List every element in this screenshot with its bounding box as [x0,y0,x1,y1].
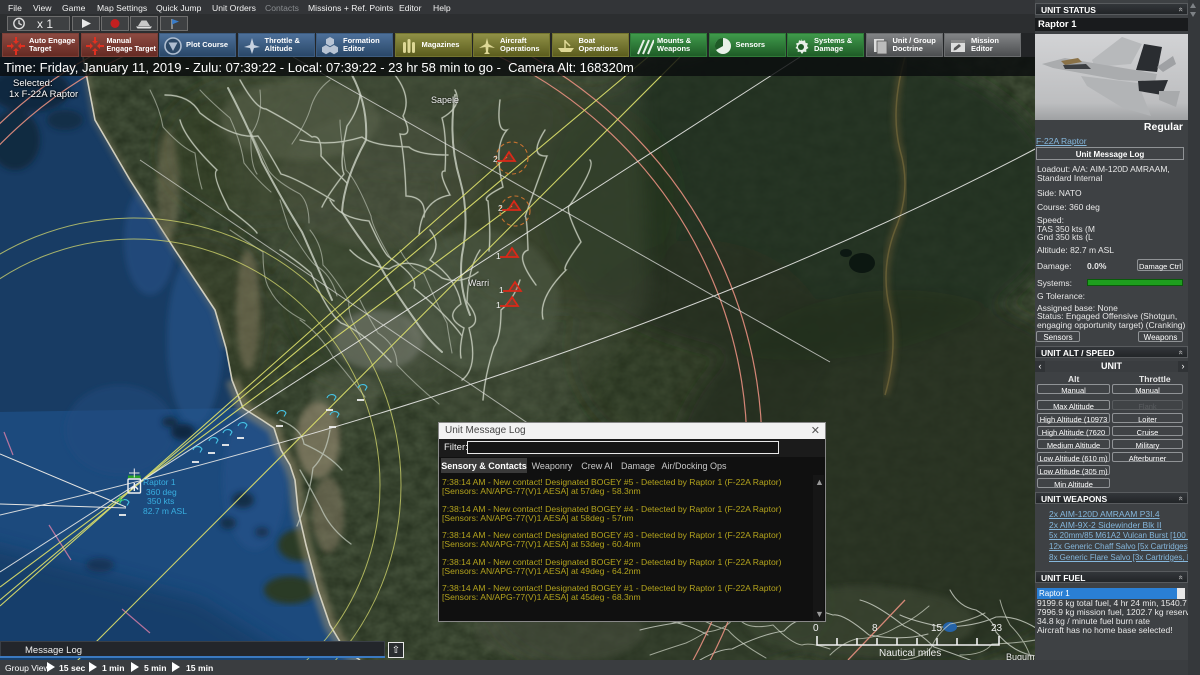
svg-text:23: 23 [991,623,1003,634]
svg-text:2: 2 [493,154,498,164]
svg-text:Warri: Warri [468,278,489,288]
svg-text:1: 1 [499,285,504,295]
svg-text:82.7 m ASL: 82.7 m ASL [143,506,187,516]
svg-text:0: 0 [813,623,819,634]
svg-text:1: 1 [496,251,501,261]
svg-text:8: 8 [872,623,878,634]
svg-text:Raptor 1: Raptor 1 [143,477,176,487]
svg-text:Nautical miles: Nautical miles [879,648,941,659]
svg-text:15: 15 [931,623,943,634]
svg-text:Sapele: Sapele [431,95,459,105]
svg-text:1: 1 [496,300,501,310]
svg-text:x 1: x 1 [37,17,53,30]
svg-text:350 kts: 350 kts [147,496,174,506]
svg-text:2: 2 [498,203,503,213]
